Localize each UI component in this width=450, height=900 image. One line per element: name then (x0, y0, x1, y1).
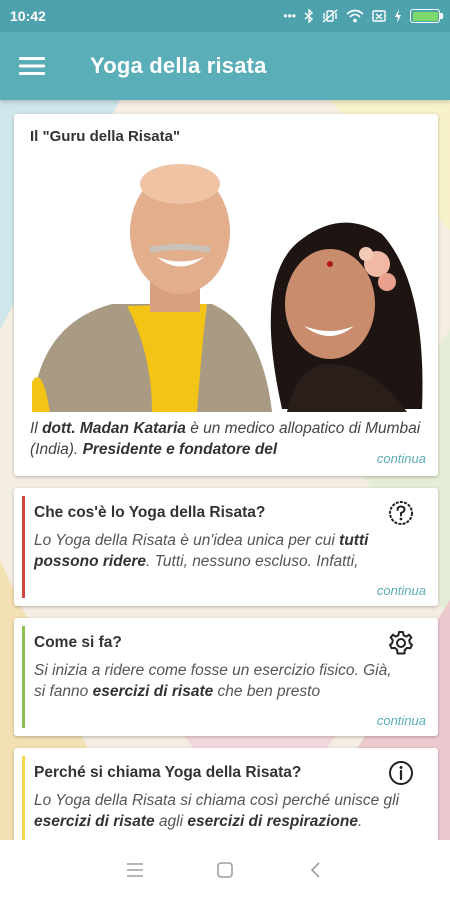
section-why-name-text: Lo Yoga della Risata si chiama così perc… (34, 792, 400, 830)
hamburger-menu-icon[interactable] (0, 32, 64, 100)
bluetooth-icon (304, 9, 314, 23)
info-circle-icon[interactable] (386, 758, 416, 788)
recent-apps-button[interactable] (90, 840, 180, 900)
guru-continue-link[interactable]: continua (377, 451, 426, 466)
section-accent-bar (22, 626, 25, 728)
section-accent-bar (22, 496, 25, 598)
guru-card-title: Il "Guru della Risata" (30, 128, 181, 145)
charging-icon (395, 9, 401, 23)
guru-card-text: Il dott. Madan Kataria è un medico allop… (30, 420, 421, 458)
section-what-is-text: Lo Yoga della Risata è un'idea unica per… (34, 532, 369, 570)
status-icons: ••• (283, 9, 443, 23)
section-how-to-continue-link[interactable]: continua (377, 713, 426, 728)
main-content[interactable]: Il "Guru della Risata" Il dott. Madan Ka… (0, 100, 450, 840)
section-what-is-continue-link[interactable]: continua (377, 583, 426, 598)
section-why-name-card[interactable]: Perché si chiama Yoga della Risata? Lo Y… (14, 748, 438, 840)
navigation-bar (0, 840, 450, 900)
status-bar: 10:42 ••• (0, 0, 450, 32)
section-how-to-text: Si inizia a ridere come fosse un eserciz… (34, 662, 392, 700)
app-bar: Yoga della risata (0, 32, 450, 100)
home-icon (217, 862, 233, 878)
photo-madan-madhuri-kataria (32, 154, 424, 412)
section-how-to-title: Come si fa? (34, 634, 122, 651)
back-icon (310, 862, 320, 878)
app-title: Yoga della risata (90, 53, 267, 78)
battery-icon (410, 9, 443, 23)
home-button[interactable] (180, 840, 270, 900)
section-what-is-card[interactable]: Che cos'è lo Yoga della Risata? Lo Yoga … (14, 488, 438, 606)
battery-saver-icon (372, 10, 386, 22)
status-time: 10:42 (10, 8, 46, 24)
recent-apps-icon (127, 863, 143, 877)
section-why-name-title: Perché si chiama Yoga della Risata? (34, 764, 302, 781)
more-dots-icon: ••• (283, 9, 296, 23)
section-how-to-card[interactable]: Come si fa? Si inizia a ridere come foss… (14, 618, 438, 736)
gear-icon[interactable] (386, 628, 416, 658)
wifi-icon (346, 9, 364, 23)
back-button[interactable] (270, 840, 360, 900)
vibrate-icon (322, 9, 338, 23)
section-accent-bar (22, 756, 25, 840)
guru-card[interactable]: Il "Guru della Risata" Il dott. Madan Ka… (14, 114, 438, 476)
section-what-is-title: Che cos'è lo Yoga della Risata? (34, 504, 266, 521)
question-circle-icon[interactable] (386, 498, 416, 528)
